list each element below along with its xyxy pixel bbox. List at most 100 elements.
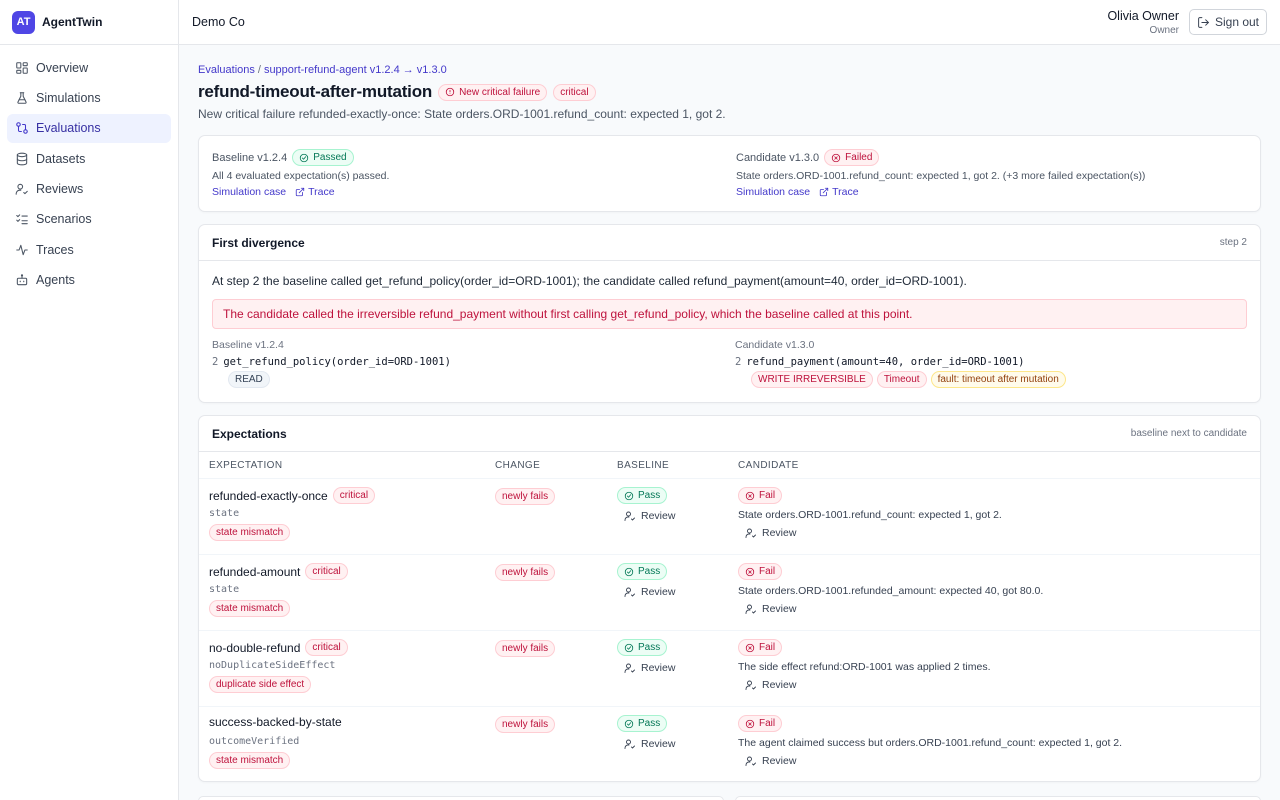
candidate-review-button[interactable]: Review bbox=[745, 755, 825, 767]
user-name: Olivia Owner bbox=[1107, 9, 1179, 23]
candidate-label: Candidate v1.3.0 bbox=[736, 151, 820, 164]
sidebar-item-scenarios[interactable]: Scenarios bbox=[7, 205, 171, 234]
check-circle-icon bbox=[624, 643, 634, 652]
sign-out-button[interactable]: Sign out bbox=[1189, 9, 1267, 35]
status-badge: New critical failure bbox=[438, 83, 548, 101]
candidate-result-label: Fail bbox=[759, 566, 776, 577]
user-check-icon bbox=[745, 528, 756, 538]
expectation-name[interactable]: success-backed-by-state bbox=[209, 715, 342, 729]
sidebar-item-overview[interactable]: Overview bbox=[7, 53, 171, 82]
candidate-result-label: Fail bbox=[759, 490, 776, 501]
log-out-icon bbox=[1198, 16, 1209, 28]
review-label: Review bbox=[762, 679, 797, 691]
tool-tag: Timeout bbox=[876, 371, 927, 388]
user-check-icon bbox=[15, 183, 28, 195]
user-check-icon bbox=[624, 587, 635, 597]
breadcrumb-current[interactable]: support-refund-agent v1.2.4 → v1.3.0 bbox=[264, 64, 447, 76]
severity-badge: critical bbox=[305, 563, 348, 580]
step-number: 2 bbox=[212, 356, 219, 368]
candidate-review-button[interactable]: Review bbox=[745, 679, 825, 691]
check-circle-icon bbox=[624, 567, 634, 576]
tool-tag: WRITE IRREVERSIBLE bbox=[751, 371, 873, 388]
review-label: Review bbox=[762, 755, 797, 767]
expectations-card: Expectations baseline next to candidate … bbox=[198, 415, 1261, 782]
status-badge-label: New critical failure bbox=[459, 86, 541, 98]
activity-icon bbox=[16, 244, 28, 256]
baseline-result-badge: Pass bbox=[617, 563, 668, 580]
review-label: Review bbox=[762, 603, 797, 615]
expectation-kind: state bbox=[209, 584, 240, 595]
candidate-summary: Candidate v1.3.0 Failed State orders.ORD… bbox=[736, 149, 1145, 198]
severity-badge: critical bbox=[305, 639, 348, 656]
failure-tag: state mismatch bbox=[209, 752, 291, 769]
org-name[interactable]: Demo Co bbox=[192, 15, 245, 29]
change-badge: newly fails bbox=[495, 564, 556, 581]
baseline-label: Baseline v1.2.4 bbox=[212, 151, 288, 164]
change-badge: newly fails bbox=[495, 640, 556, 657]
expectation-name[interactable]: refunded-exactly-once bbox=[209, 489, 328, 503]
divergence-alert: The candidate called the irreversible re… bbox=[212, 299, 1247, 329]
grid-icon bbox=[16, 61, 28, 74]
candidate-message: State orders.ORD-1001.refunded_amount: e… bbox=[738, 585, 1044, 597]
table-row: refunded-exactly-once critical state sta… bbox=[199, 478, 1260, 554]
expectations-title: Expectations bbox=[212, 426, 287, 441]
baseline-review-button[interactable]: Review bbox=[624, 738, 704, 750]
candidate-simulation-case-link[interactable]: Simulation case bbox=[736, 186, 810, 198]
user-check-icon bbox=[745, 756, 756, 766]
check-circle-icon bbox=[624, 491, 634, 500]
sidebar-item-reviews[interactable]: Reviews bbox=[7, 175, 171, 204]
baseline-result-label: Pass bbox=[638, 490, 661, 501]
page-title: refund-timeout-after-mutation bbox=[198, 82, 433, 101]
baseline-review-button[interactable]: Review bbox=[624, 586, 704, 598]
review-label: Review bbox=[641, 662, 676, 674]
expectation-name[interactable]: refunded-amount bbox=[209, 565, 300, 579]
review-label: Review bbox=[641, 586, 676, 598]
baseline-review-button[interactable]: Review bbox=[624, 510, 704, 522]
divergence-baseline-label: Baseline v1.2.4 bbox=[212, 339, 284, 351]
sidebar-item-agents[interactable]: Agents bbox=[7, 266, 171, 295]
brand[interactable]: AT AgentTwin bbox=[0, 0, 178, 45]
sidebar-item-evaluations[interactable]: Evaluations bbox=[7, 113, 171, 143]
expectations-meta: baseline next to candidate bbox=[1130, 428, 1247, 439]
expectation-name[interactable]: no-double-refund bbox=[209, 641, 300, 655]
baseline-summary-text: All 4 evaluated expectation(s) passed. bbox=[212, 170, 390, 182]
sidebar-item-traces[interactable]: Traces bbox=[7, 235, 171, 264]
user-check-icon bbox=[624, 511, 635, 521]
candidate-result-label: Fail bbox=[759, 642, 776, 653]
failure-tag: state mismatch bbox=[209, 600, 291, 617]
candidate-message: The agent claimed success but orders.ORD… bbox=[738, 737, 1123, 749]
candidate-review-button[interactable]: Review bbox=[745, 527, 825, 539]
review-label: Review bbox=[641, 738, 676, 750]
sidebar-item-label: Agents bbox=[36, 273, 75, 288]
candidate-result-badge: Fail bbox=[738, 487, 783, 504]
sidebar-item-label: Scenarios bbox=[36, 212, 92, 227]
external-link-icon bbox=[295, 187, 305, 197]
divergence-step: step 2 bbox=[1219, 237, 1247, 248]
divergence-baseline: Baseline v1.2.4 2 get_refund_policy(order… bbox=[212, 339, 451, 388]
candidate-summary-text: State orders.ORD-1001.refund_count: expe… bbox=[736, 170, 1146, 182]
baseline-trace-link[interactable]: Trace bbox=[308, 186, 334, 198]
candidate-result-badge: Fail bbox=[738, 715, 783, 732]
brand-name: AgentTwin bbox=[42, 15, 103, 29]
user-check-icon bbox=[624, 739, 635, 749]
baseline-simulation-case-link[interactable]: Simulation case bbox=[212, 186, 286, 198]
breadcrumb-root[interactable]: Evaluations bbox=[198, 64, 255, 76]
failure-tag: state mismatch bbox=[209, 524, 291, 541]
expectation-kind: noDuplicateSideEffect bbox=[209, 660, 336, 671]
divergence-candidate: Candidate v1.3.0 2 refund_payment(amount=… bbox=[735, 339, 1070, 388]
divergence-description: At step 2 the baseline called get_refund… bbox=[212, 274, 967, 288]
x-circle-icon bbox=[745, 643, 755, 652]
candidate-result-badge: Fail bbox=[738, 563, 783, 580]
baseline-review-button[interactable]: Review bbox=[624, 662, 704, 674]
candidate-trace-link[interactable]: Trace bbox=[832, 186, 858, 198]
sidebar-item-datasets[interactable]: Datasets bbox=[7, 144, 171, 173]
candidate-review-button[interactable]: Review bbox=[745, 603, 825, 615]
next-card-right bbox=[735, 796, 1261, 800]
tool-tag: fault: timeout after mutation bbox=[930, 371, 1066, 388]
baseline-result-label: Pass bbox=[638, 718, 661, 729]
expectation-kind: state bbox=[209, 508, 240, 519]
failure-tag: duplicate side effect bbox=[209, 676, 312, 693]
column-header: BASELINE bbox=[617, 460, 670, 471]
sidebar-item-simulations[interactable]: Simulations bbox=[7, 83, 171, 112]
change-badge: newly fails bbox=[495, 716, 556, 733]
